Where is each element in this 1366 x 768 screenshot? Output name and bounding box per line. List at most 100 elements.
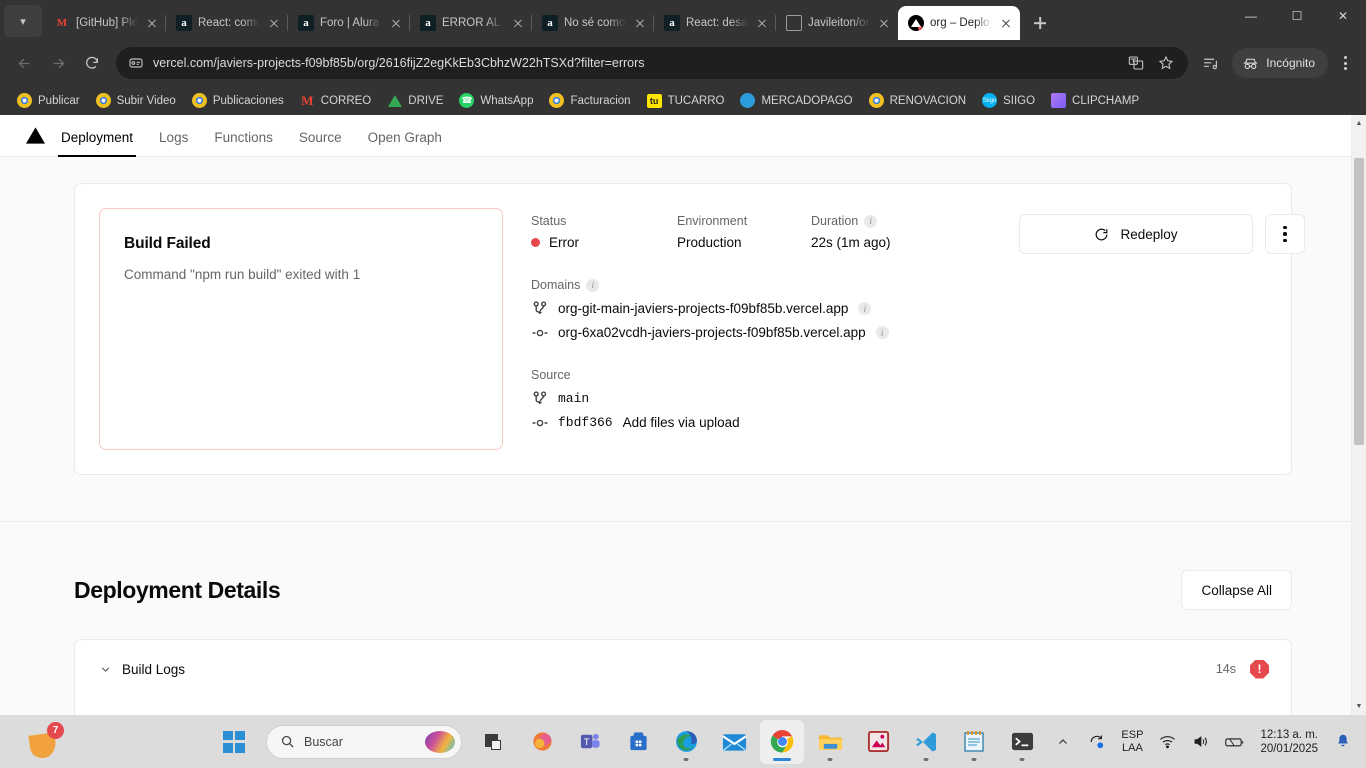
browser-menu-icon[interactable] xyxy=(1332,48,1358,78)
media-list-icon[interactable] xyxy=(1196,49,1224,77)
bookmark-item[interactable]: Facturacion xyxy=(542,90,637,111)
bookmark-item[interactable]: RENOVACION xyxy=(862,90,973,111)
scrollbar-thumb[interactable] xyxy=(1354,158,1364,445)
source-branch[interactable]: main xyxy=(558,391,589,406)
info-icon[interactable]: i xyxy=(586,278,600,292)
notification-count-badge: 7 xyxy=(47,721,64,739)
scroll-up-icon[interactable]: ▲ xyxy=(1352,115,1366,132)
bookmark-label: Facturacion xyxy=(570,94,631,107)
close-icon[interactable] xyxy=(144,15,160,31)
chevron-down-icon[interactable] xyxy=(96,660,114,678)
tab-source[interactable]: Source xyxy=(286,130,355,156)
domain-name[interactable]: org-git-main-javiers-projects-f09bf85b.v… xyxy=(558,301,848,316)
info-icon[interactable]: i xyxy=(875,326,889,339)
vercel-logo-icon[interactable] xyxy=(22,115,48,156)
bookmark-item[interactable]: Siigo SIIGO xyxy=(975,90,1042,111)
bookmark-item[interactable]: CLIPCHAMP xyxy=(1044,90,1146,111)
bookmark-star-icon[interactable] xyxy=(1152,49,1180,77)
source-commit-row[interactable]: fbdf366 Add files via upload xyxy=(531,415,991,430)
tab-open-graph[interactable]: Open Graph xyxy=(355,130,455,156)
bookmark-item[interactable]: Publicar xyxy=(10,90,87,111)
taskbar-app-image-editor[interactable] xyxy=(856,720,900,764)
build-logs-row[interactable]: Build Logs 14s ! xyxy=(75,640,1291,698)
bookmark-item[interactable]: Subir Video xyxy=(89,90,183,111)
taskbar-app-file-explorer[interactable] xyxy=(808,720,852,764)
copilot-icon[interactable] xyxy=(520,720,564,764)
source-branch-row[interactable]: main xyxy=(531,391,991,406)
language-indicator[interactable]: ESP LAA xyxy=(1118,729,1146,755)
info-icon[interactable]: i xyxy=(864,214,878,228)
close-window-icon[interactable]: ✕ xyxy=(1320,0,1366,32)
deployment-details-header: Deployment Details Collapse All xyxy=(74,570,1292,610)
taskbar-app-edge[interactable] xyxy=(664,720,708,764)
search-input[interactable]: Buscar xyxy=(266,724,462,759)
clipchamp-taskbar-icon[interactable]: 7 xyxy=(26,721,66,762)
browser-tab[interactable]: a No sé como xyxy=(531,6,654,40)
tab-title: [GitHub] Plea xyxy=(76,17,138,29)
tab-logs[interactable]: Logs xyxy=(146,130,201,156)
battery-icon[interactable] xyxy=(1222,727,1248,757)
reload-icon[interactable] xyxy=(76,47,108,79)
browser-tab[interactable]: a React: desarr xyxy=(653,6,776,40)
bookmark-item[interactable]: Publicaciones xyxy=(185,90,291,111)
maximize-icon[interactable]: ☐ xyxy=(1274,0,1320,32)
clock[interactable]: 12:13 a. m. 20/01/2025 xyxy=(1256,728,1322,756)
bookmark-item[interactable]: tu TUCARRO xyxy=(640,91,732,111)
bookmark-item[interactable]: MERCADOPAGO xyxy=(733,90,859,111)
scroll-down-icon[interactable]: ▼ xyxy=(1352,698,1366,715)
close-icon[interactable] xyxy=(876,15,892,31)
close-icon[interactable] xyxy=(266,15,282,31)
tab-functions[interactable]: Functions xyxy=(201,130,286,156)
domain-row[interactable]: org-git-main-javiers-projects-f09bf85b.v… xyxy=(531,301,991,316)
tray-expand-icon[interactable] xyxy=(1050,727,1076,757)
close-icon[interactable] xyxy=(510,15,526,31)
tab-search-icon[interactable]: ▾ xyxy=(4,5,42,37)
browser-tab[interactable]: Javileiton/org xyxy=(775,6,898,40)
new-tab-icon[interactable] xyxy=(1026,9,1054,37)
taskbar-app-chrome[interactable] xyxy=(760,719,804,764)
close-icon[interactable] xyxy=(998,15,1014,31)
tab-deployment[interactable]: Deployment xyxy=(48,130,146,157)
commit-hash[interactable]: fbdf366 xyxy=(558,415,613,430)
sync-icon[interactable] xyxy=(1084,727,1110,757)
info-icon[interactable]: i xyxy=(858,302,872,315)
browser-tab[interactable]: a Foro | Alura L xyxy=(287,6,410,40)
bookmark-item[interactable]: ☎ WhatsApp xyxy=(452,90,540,111)
browser-tab-active[interactable]: org – Deploym xyxy=(898,6,1020,40)
close-icon[interactable] xyxy=(632,15,648,31)
collapse-all-button[interactable]: Collapse All xyxy=(1181,570,1292,610)
copilot-orb-icon[interactable] xyxy=(425,730,455,753)
address-bar[interactable]: vercel.com/javiers-projects-f09bf85b/org… xyxy=(116,47,1189,79)
incognito-profile-button[interactable]: Incógnito xyxy=(1232,48,1328,78)
source-heading: Source xyxy=(531,368,571,382)
profile-label: Incógnito xyxy=(1266,56,1315,70)
close-icon[interactable] xyxy=(754,15,770,31)
wifi-icon[interactable] xyxy=(1154,727,1180,757)
notifications-bell-icon[interactable] xyxy=(1330,727,1356,757)
taskbar-app-vscode[interactable] xyxy=(904,720,948,764)
close-icon[interactable] xyxy=(388,15,404,31)
taskbar-app-terminal[interactable] xyxy=(1000,720,1044,764)
start-button[interactable] xyxy=(212,720,256,764)
forward-icon[interactable] xyxy=(42,47,74,79)
browser-tab[interactable]: a ERROR AL SU xyxy=(409,6,532,40)
taskbar-app-notepad[interactable] xyxy=(952,720,996,764)
translate-icon[interactable] xyxy=(1122,49,1150,77)
store-icon[interactable] xyxy=(616,720,660,764)
browser-tab[interactable]: M [GitHub] Plea xyxy=(44,6,166,40)
task-view-icon[interactable] xyxy=(472,720,516,764)
volume-icon[interactable] xyxy=(1188,727,1214,757)
page-scrollbar[interactable]: ▲ ▼ xyxy=(1351,115,1366,715)
domain-name[interactable]: org-6xa02vcdh-javiers-projects-f09bf85b.… xyxy=(558,325,866,340)
bookmark-item[interactable]: DRIVE xyxy=(380,90,450,111)
browser-tab[interactable]: a React: como xyxy=(165,6,288,40)
domain-row[interactable]: org-6xa02vcdh-javiers-projects-f09bf85b.… xyxy=(531,325,991,340)
commit-icon xyxy=(531,417,548,429)
minimize-icon[interactable]: — xyxy=(1228,0,1274,32)
redeploy-button[interactable]: Redeploy xyxy=(1019,214,1253,254)
more-options-icon[interactable] xyxy=(1265,214,1305,254)
back-icon[interactable] xyxy=(8,47,40,79)
taskbar-app-mail[interactable] xyxy=(712,720,756,764)
bookmark-item[interactable]: M CORREO xyxy=(293,90,378,111)
teams-icon[interactable]: T xyxy=(568,720,612,764)
